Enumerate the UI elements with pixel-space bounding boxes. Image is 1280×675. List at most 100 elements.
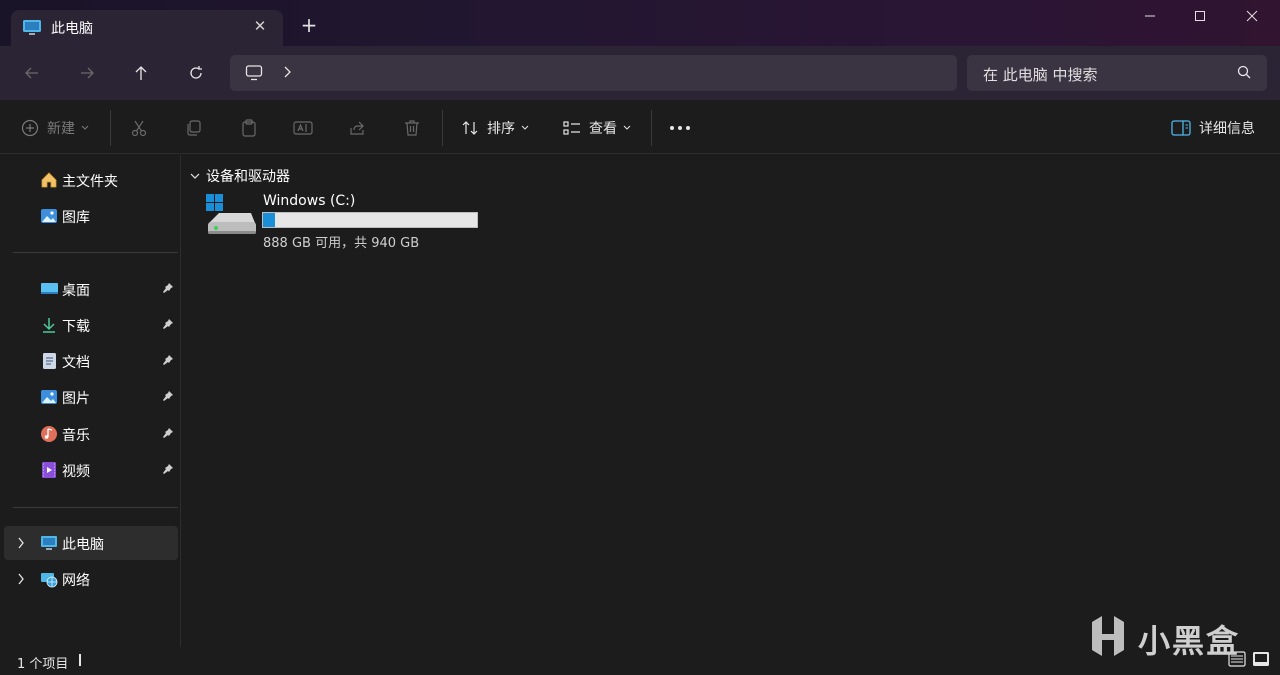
- section-header-devices[interactable]: 设备和驱动器: [190, 166, 290, 186]
- chevron-right-icon[interactable]: [16, 536, 26, 554]
- tab-close-icon[interactable]: ✕: [251, 17, 269, 35]
- drive-usage-bar: [262, 212, 478, 228]
- details-pane-button[interactable]: 详细信息: [1171, 116, 1255, 140]
- details-pane-icon: [1171, 120, 1191, 136]
- gallery-icon: [40, 207, 58, 225]
- minimize-button[interactable]: [1135, 6, 1165, 28]
- sidebar-item-videos[interactable]: 视频: [4, 453, 178, 487]
- heybox-logo-icon: [1092, 616, 1124, 656]
- search-icon: [1237, 65, 1251, 83]
- copy-icon: [187, 120, 201, 136]
- up-arrow-icon: [135, 66, 147, 80]
- trash-icon: [405, 120, 419, 136]
- sidebar-item-desktop[interactable]: 桌面: [4, 272, 178, 306]
- sidebar-item-label: 视频: [62, 464, 90, 480]
- close-window-button[interactable]: [1237, 6, 1267, 28]
- chevron-down-icon: [623, 125, 631, 130]
- search-box[interactable]: 在 此电脑 中搜索: [967, 55, 1267, 91]
- view-icon: [563, 121, 580, 135]
- pin-icon[interactable]: [162, 282, 174, 298]
- status-separator: [79, 654, 81, 666]
- chevron-right-icon[interactable]: [16, 572, 26, 590]
- paste-icon: [242, 119, 256, 137]
- share-icon: [350, 121, 364, 135]
- sidebar-item-label: 此电脑: [62, 537, 104, 553]
- maximize-button[interactable]: [1185, 6, 1215, 28]
- sidebar-item-gallery[interactable]: 图库: [4, 199, 178, 233]
- sidebar-item-label: 下载: [62, 319, 90, 335]
- divider: [110, 110, 111, 146]
- navigation-bar: 在 此电脑 中搜索: [0, 46, 1280, 100]
- more-icon: [670, 126, 690, 130]
- this-pc-icon: [22, 19, 42, 41]
- sidebar-item-home[interactable]: 主文件夹: [4, 163, 178, 197]
- sidebar-item-label: 图片: [62, 391, 90, 407]
- rename-button[interactable]: [293, 116, 313, 140]
- sort-label: 排序: [487, 121, 515, 137]
- document-icon: [40, 352, 58, 370]
- delete-button[interactable]: [403, 116, 421, 140]
- video-icon: [40, 461, 58, 479]
- this-pc-icon: [40, 534, 58, 552]
- watermark-logo: 小黑盒: [1088, 612, 1248, 660]
- more-options-button[interactable]: [669, 116, 691, 140]
- details-label: 详细信息: [1199, 121, 1255, 137]
- new-tab-button[interactable]: +: [298, 14, 320, 36]
- sidebar-item-downloads[interactable]: 下载: [4, 308, 178, 342]
- sidebar-item-music[interactable]: 音乐: [4, 417, 178, 451]
- pin-icon[interactable]: [162, 463, 174, 479]
- desktop-icon: [40, 280, 58, 298]
- section-title: 设备和驱动器: [206, 169, 290, 185]
- download-icon: [40, 316, 58, 334]
- watermark-text: 小黑盒: [1138, 622, 1241, 660]
- item-count: 1 个项目: [17, 657, 69, 672]
- cut-button[interactable]: [130, 116, 148, 140]
- search-input[interactable]: 在 此电脑 中搜索: [983, 64, 1098, 85]
- back-arrow-icon: [25, 67, 38, 79]
- home-icon: [40, 171, 58, 189]
- sidebar-item-label: 主文件夹: [62, 174, 118, 190]
- drive-item-c[interactable]: Windows (C:) 888 GB 可用，共 940 GB: [202, 190, 492, 252]
- chevron-down-icon: [190, 173, 200, 179]
- navigation-pane: 主文件夹 图库 桌面 下载 文档 图片 音乐 视频 此电脑 网络: [0, 155, 181, 647]
- network-icon: [40, 570, 58, 588]
- forward-arrow-icon: [81, 67, 94, 79]
- chevron-down-icon: [81, 125, 89, 130]
- tab-this-pc[interactable]: 此电脑 ✕: [11, 10, 283, 46]
- share-button[interactable]: [348, 116, 366, 140]
- drive-free-space: 888 GB 可用，共 940 GB: [263, 236, 420, 251]
- title-bar: 此电脑 ✕ +: [0, 0, 1280, 46]
- sidebar-item-this-pc[interactable]: 此电脑: [4, 526, 178, 560]
- tiles-view-icon: [1253, 652, 1269, 666]
- paste-button[interactable]: [240, 116, 258, 140]
- back-button[interactable]: [20, 62, 44, 84]
- sidebar-item-label: 文档: [62, 355, 90, 371]
- divider: [442, 110, 443, 146]
- pin-icon[interactable]: [162, 354, 174, 370]
- hard-drive-icon: [205, 193, 257, 241]
- sidebar-divider: [13, 252, 178, 253]
- up-button[interactable]: [129, 62, 153, 84]
- chevron-down-icon: [521, 125, 529, 130]
- pin-icon[interactable]: [162, 318, 174, 334]
- drive-usage-fill: [263, 213, 275, 227]
- view-button[interactable]: 查看: [563, 116, 631, 140]
- add-icon: [21, 119, 39, 137]
- sidebar-item-documents[interactable]: 文档: [4, 344, 178, 378]
- sidebar-item-network[interactable]: 网络: [4, 562, 178, 596]
- tiles-view-button[interactable]: [1252, 651, 1272, 669]
- sort-button[interactable]: 排序: [461, 116, 529, 140]
- refresh-icon: [190, 66, 202, 79]
- address-bar[interactable]: [230, 55, 957, 91]
- forward-button[interactable]: [75, 62, 99, 84]
- new-label: 新建: [47, 121, 75, 137]
- chevron-right-icon[interactable]: [282, 64, 294, 84]
- pin-icon[interactable]: [162, 390, 174, 406]
- new-button[interactable]: 新建: [21, 116, 89, 140]
- copy-button[interactable]: [185, 116, 203, 140]
- refresh-button[interactable]: [184, 62, 208, 84]
- sidebar-item-pictures[interactable]: 图片: [4, 380, 178, 414]
- pictures-icon: [40, 388, 58, 406]
- pin-icon[interactable]: [162, 427, 174, 443]
- sidebar-item-label: 音乐: [62, 428, 90, 444]
